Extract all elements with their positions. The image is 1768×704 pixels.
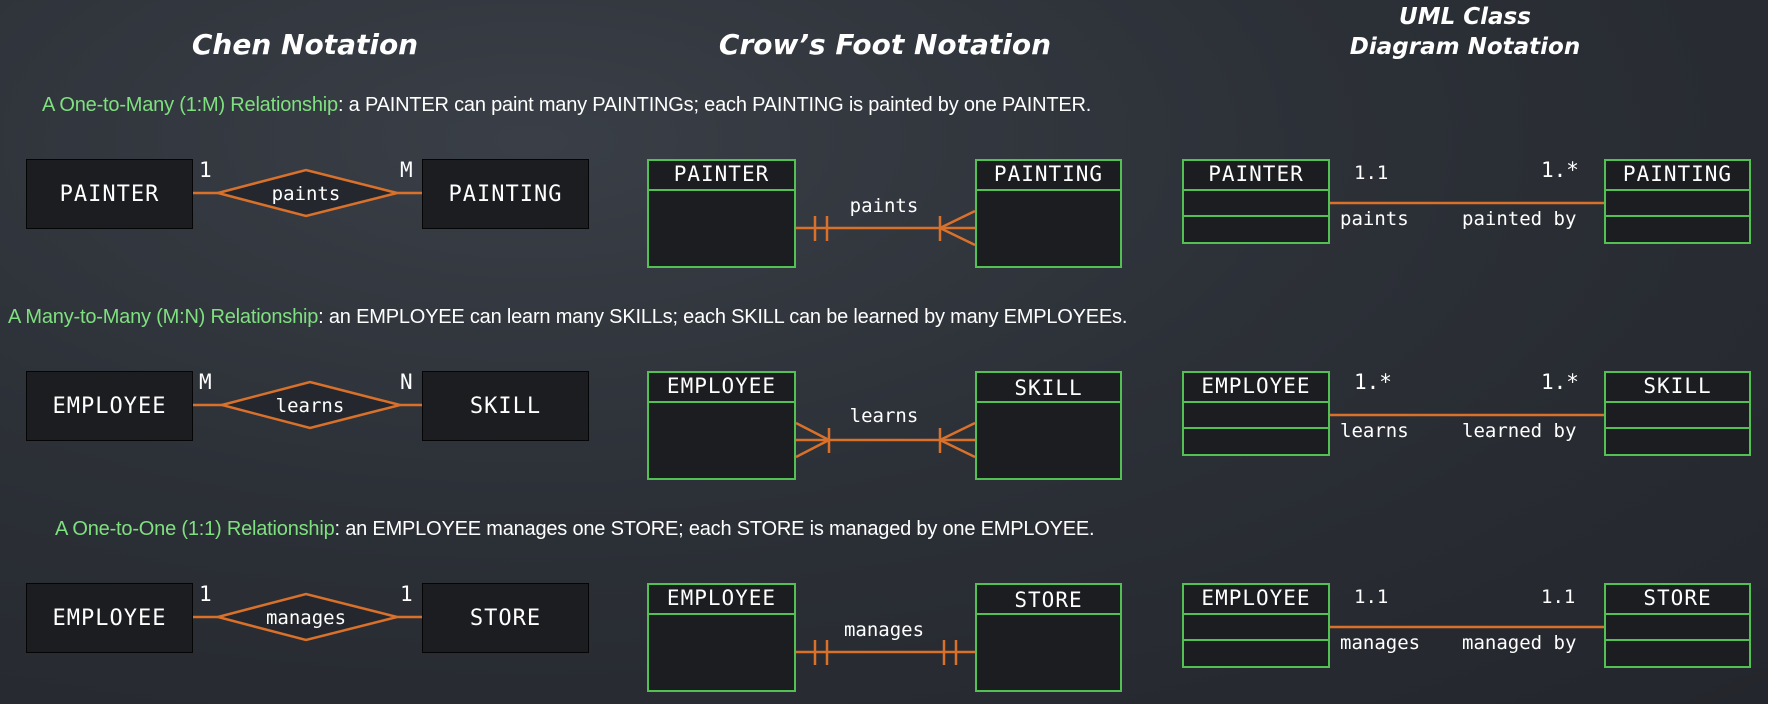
uml-class-right-1: PAINTING	[1604, 159, 1751, 244]
uml-attributes-section	[1184, 191, 1328, 217]
chen-cardinality-left-3: 1	[199, 582, 212, 606]
crow-verb-1: paints	[850, 195, 919, 217]
crow-entity-name: SKILL	[977, 373, 1120, 403]
uml-class-right-2: SKILL	[1604, 371, 1751, 456]
uml-attributes-section	[1606, 615, 1749, 641]
crow-foot-left-top-2	[795, 421, 830, 442]
uml-class-name: PAINTER	[1184, 161, 1328, 191]
chen-cardinality-right-2: N	[400, 370, 413, 394]
chen-verb-3: manages	[266, 607, 346, 629]
crow-foot-top-1	[939, 209, 976, 230]
uml-class-left-1: PAINTER	[1182, 159, 1330, 244]
crow-foot-right-top-2	[939, 421, 976, 442]
crow-entity-left-2: EMPLOYEE	[647, 371, 796, 480]
crow-entity-right-2: SKILL	[975, 371, 1122, 480]
uml-attributes-section	[1606, 403, 1749, 429]
chen-entity-left-2: EMPLOYEE	[26, 371, 193, 441]
chen-entity-right-1: PAINTING	[422, 159, 589, 229]
crow-foot-bottom-1	[939, 226, 976, 247]
uml-role-right-1: painted by	[1462, 208, 1577, 230]
uml-multiplicity-right-2: 1.*	[1541, 370, 1579, 394]
crow-entity-name: PAINTER	[649, 161, 794, 191]
chen-entity-left-1: PAINTER	[26, 159, 193, 229]
chen-entity-left-3: EMPLOYEE	[26, 583, 193, 653]
uml-class-name: EMPLOYEE	[1184, 585, 1328, 615]
chen-verb-1: paints	[272, 183, 341, 205]
chen-cardinality-right-1: M	[400, 158, 413, 182]
crow-entity-left-3: EMPLOYEE	[647, 583, 796, 692]
uml-attributes-section	[1184, 403, 1328, 429]
uml-class-name: SKILL	[1606, 373, 1749, 403]
chen-entity-right-2: SKILL	[422, 371, 589, 441]
uml-class-left-3: EMPLOYEE	[1182, 583, 1330, 668]
crow-verb-3: manages	[844, 619, 924, 641]
uml-multiplicity-right-1: 1.*	[1541, 158, 1579, 182]
crow-entity-name: EMPLOYEE	[649, 585, 794, 615]
crow-foot-right-bottom-2	[939, 438, 976, 459]
uml-class-name: STORE	[1606, 585, 1749, 615]
uml-class-left-2: EMPLOYEE	[1182, 371, 1330, 456]
chen-cardinality-right-3: 1	[400, 582, 413, 606]
uml-role-right-3: managed by	[1462, 632, 1577, 654]
crow-entity-right-1: PAINTING	[975, 159, 1122, 268]
uml-role-left-3: manages	[1340, 632, 1421, 654]
uml-attributes-section	[1184, 615, 1328, 641]
uml-class-name: EMPLOYEE	[1184, 373, 1328, 403]
crow-entity-left-1: PAINTER	[647, 159, 796, 268]
chen-cardinality-left-1: 1	[199, 158, 212, 182]
uml-multiplicity-right-3: 1.1	[1541, 586, 1576, 608]
uml-role-left-2: learns	[1340, 420, 1409, 442]
uml-multiplicity-left-3: 1.1	[1354, 586, 1389, 608]
crow-entity-name: STORE	[977, 585, 1120, 615]
crow-entity-name: PAINTING	[977, 161, 1120, 191]
connector-layer: paints learns manages paints learns mana…	[191, 168, 1604, 665]
crow-entity-name: EMPLOYEE	[649, 373, 794, 403]
crow-verb-2: learns	[850, 405, 919, 427]
uml-multiplicity-left-1: 1.1	[1354, 162, 1389, 184]
chen-cardinality-left-2: M	[199, 370, 212, 394]
uml-class-name: PAINTING	[1606, 161, 1749, 191]
crow-entity-right-3: STORE	[975, 583, 1122, 692]
chen-entity-right-3: STORE	[422, 583, 589, 653]
crow-foot-left-bottom-2	[795, 438, 830, 459]
uml-attributes-section	[1606, 191, 1749, 217]
uml-role-left-1: paints	[1340, 208, 1409, 230]
chen-verb-2: learns	[276, 395, 345, 417]
uml-multiplicity-left-2: 1.*	[1354, 370, 1392, 394]
uml-role-right-2: learned by	[1462, 420, 1577, 442]
uml-class-right-3: STORE	[1604, 583, 1751, 668]
